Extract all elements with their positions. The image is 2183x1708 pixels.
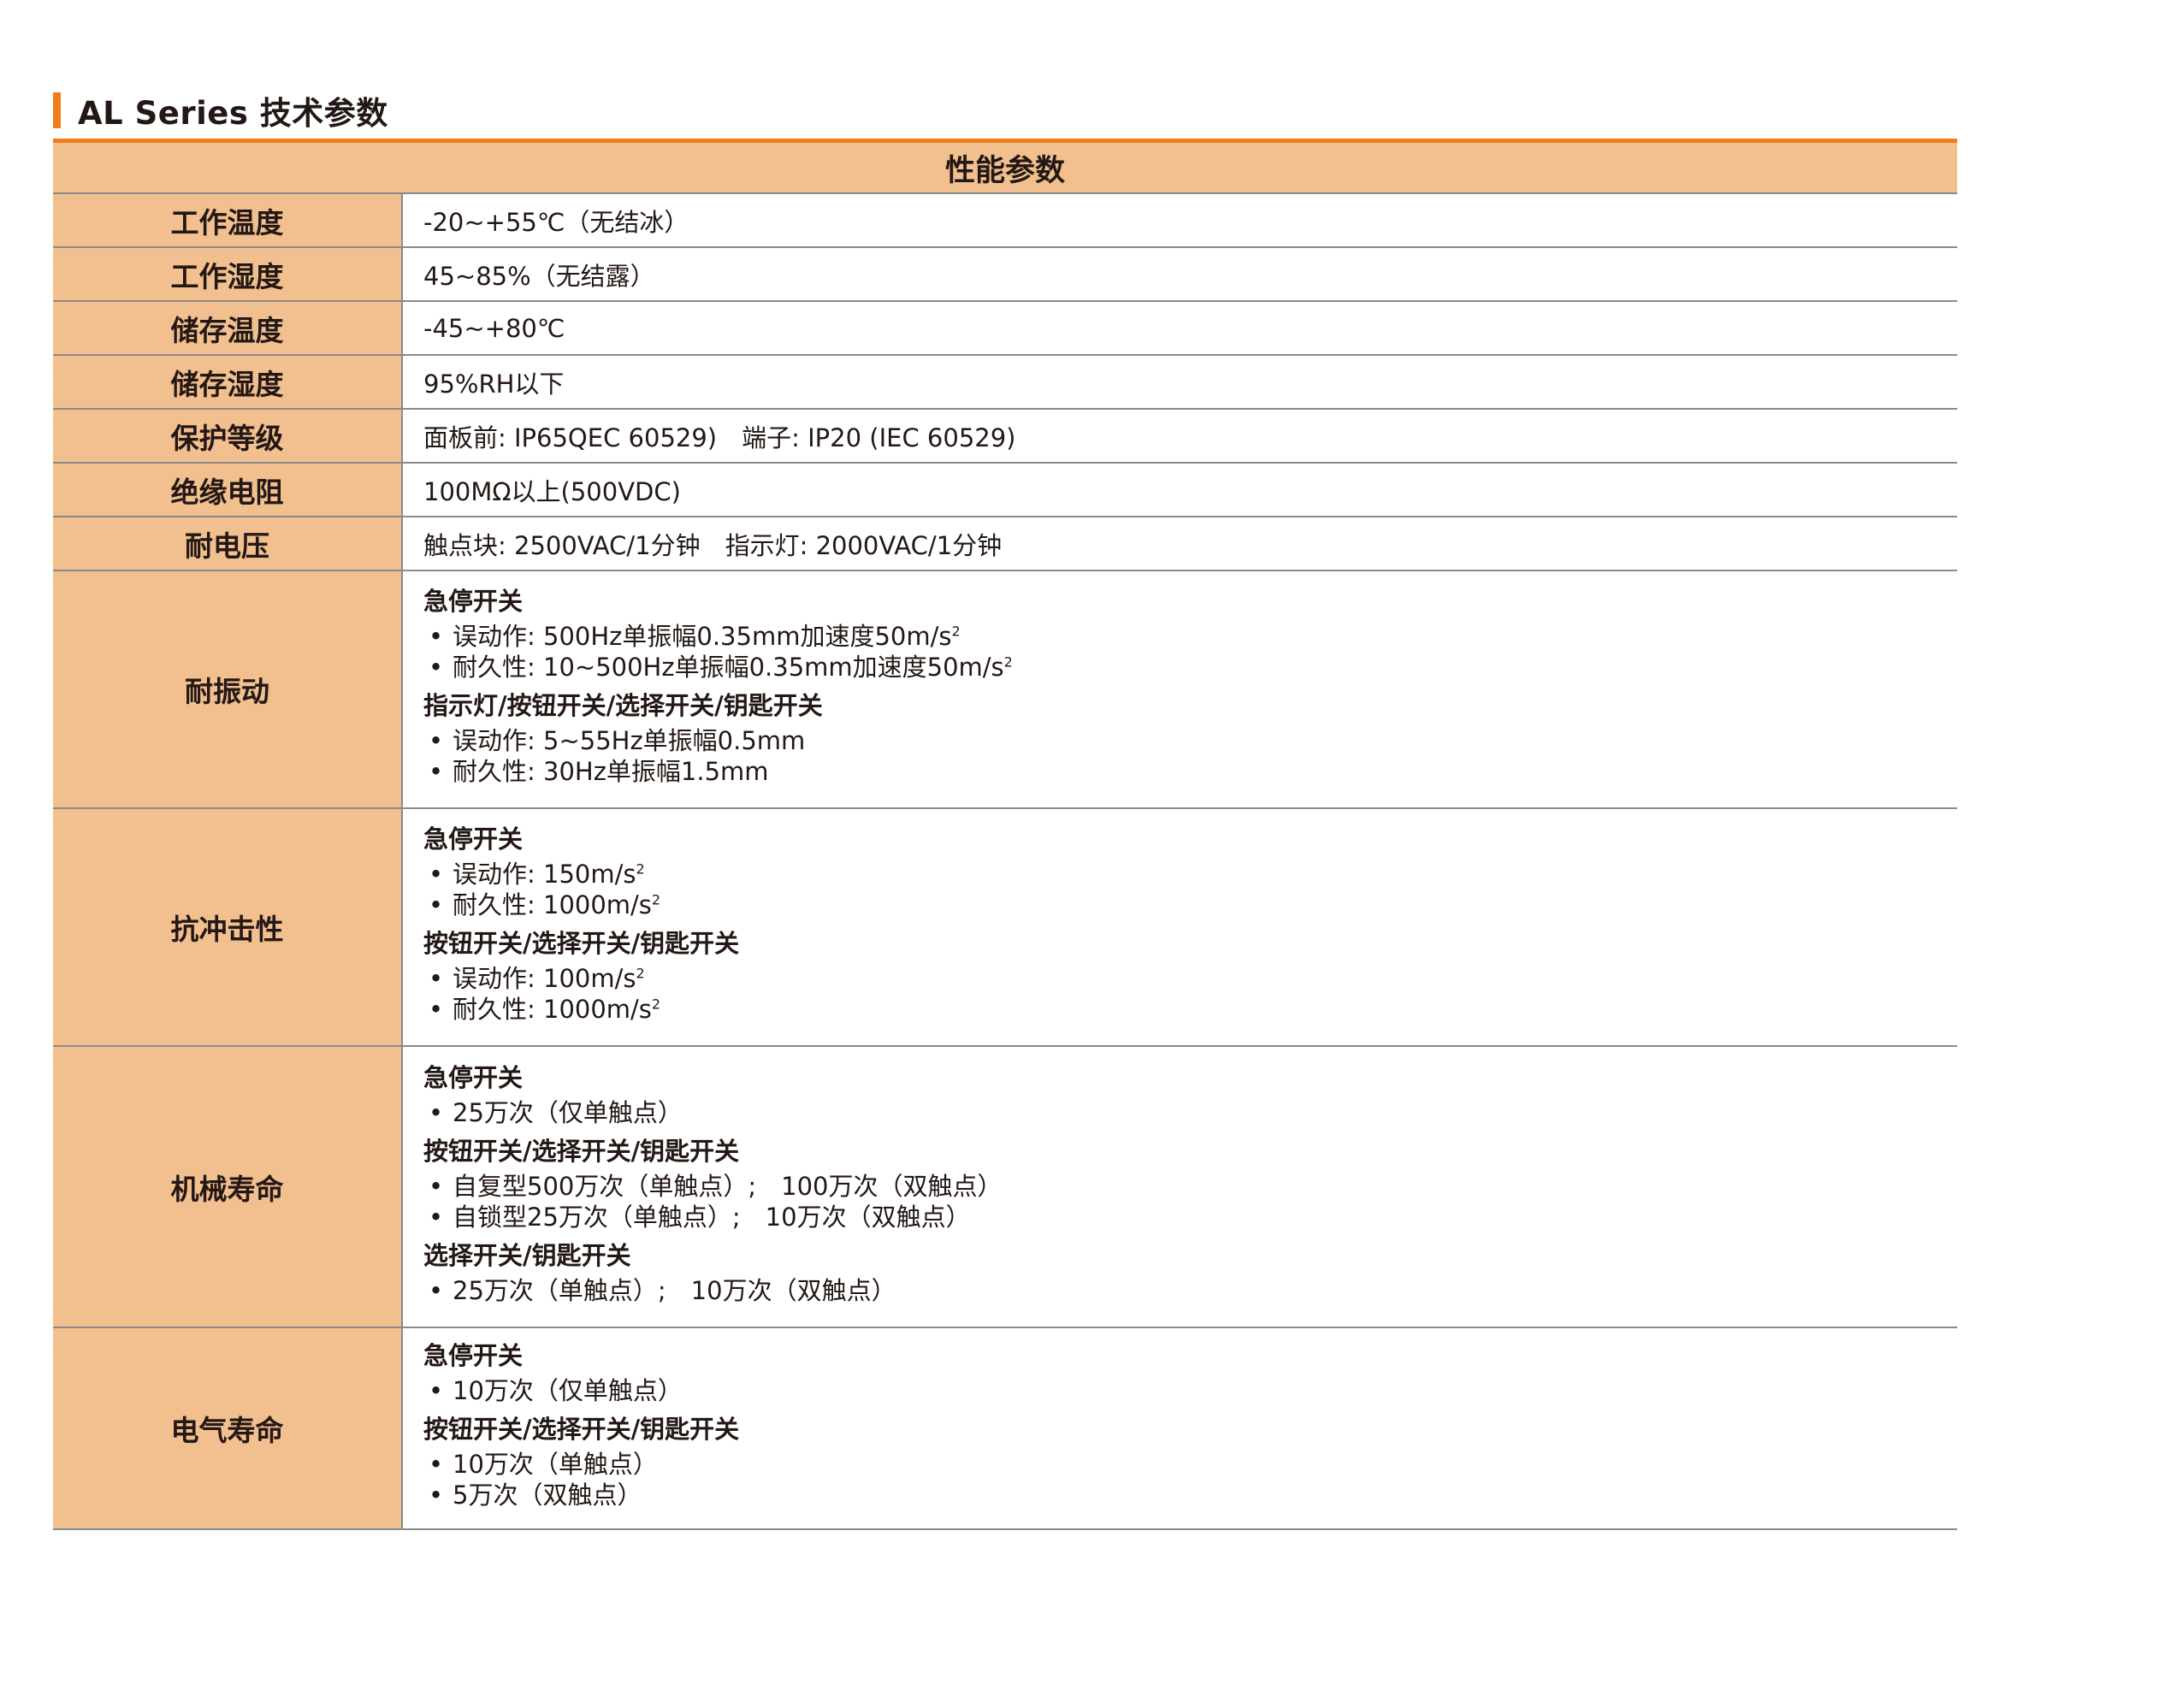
page-heading: AL Series 技术参数: [53, 91, 388, 132]
table-row: 储存温度 -45~+80℃: [53, 301, 1958, 356]
table-row-vibration: 耐振动 急停开关 误动作: 500Hz单振幅0.35mm加速度50m/s2 耐久…: [53, 570, 1958, 809]
row-value: 95%RH以下: [402, 355, 1958, 410]
bullet-list: 误动作: 5~55Hz单振幅0.5mm 耐久性: 30Hz单振幅1.5mm: [423, 725, 1957, 787]
list-item: 耐久性: 30Hz单振幅1.5mm: [423, 756, 1957, 787]
row-label: 工作温度: [53, 193, 403, 248]
list-item: 25万次（仅单触点）: [423, 1097, 1957, 1128]
list-item: 误动作: 150m/s2: [423, 859, 1957, 889]
group-title: 急停开关: [423, 587, 524, 616]
list-item: 自复型500万次（单触点）; 100万次（双触点）: [423, 1171, 1957, 1202]
row-value: 100MΩ以上(500VDC): [402, 463, 1958, 517]
list-item: 10万次（仅单触点）: [423, 1375, 1957, 1406]
bullet-list: 误动作: 500Hz单振幅0.35mm加速度50m/s2 耐久性: 10~500…: [423, 621, 1957, 683]
bullet-list: 10万次（仅单触点）: [423, 1375, 1957, 1406]
list-item: 误动作: 500Hz单振幅0.35mm加速度50m/s2: [423, 621, 1957, 652]
group-title: 按钮开关/选择开关/钥匙开关: [423, 929, 740, 958]
table-header: 性能参数: [53, 139, 1958, 194]
row-value: -20~+55℃（无结冰）: [402, 193, 1958, 248]
row-label: 耐电压: [53, 517, 403, 571]
table-row: 耐电压 触点块: 2500VAC/1分钟 指示灯: 2000VAC/1分钟: [53, 517, 1958, 571]
table-header-row: 性能参数: [53, 139, 1958, 194]
row-label: 耐振动: [53, 570, 403, 809]
row-value: 面板前: IP65QEC 60529) 端子: IP20 (IEC 60529): [402, 409, 1958, 464]
page-title: AL Series 技术参数: [78, 95, 388, 132]
bullet-list: 误动作: 150m/s2 耐久性: 1000m/s2: [423, 859, 1957, 920]
table-row-electrical-life: 电气寿命 急停开关 10万次（仅单触点） 按钮开关/选择开关/钥匙开关 10万次…: [53, 1327, 1958, 1530]
row-label: 电气寿命: [53, 1327, 403, 1530]
list-item: 误动作: 5~55Hz单振幅0.5mm: [423, 725, 1957, 756]
list-item: 自锁型25万次（单触点）; 10万次（双触点）: [423, 1202, 1957, 1232]
bullet-list: 自复型500万次（单触点）; 100万次（双触点） 自锁型25万次（单触点）; …: [423, 1171, 1957, 1232]
row-value: 急停开关 10万次（仅单触点） 按钮开关/选择开关/钥匙开关 10万次（单触点）…: [402, 1327, 1958, 1530]
row-value: 急停开关 误动作: 500Hz单振幅0.35mm加速度50m/s2 耐久性: 1…: [402, 570, 1958, 809]
group-title: 按钮开关/选择开关/钥匙开关: [423, 1415, 740, 1444]
bullet-list: 误动作: 100m/s2 耐久性: 1000m/s2: [423, 963, 1957, 1025]
group-title: 选择开关/钥匙开关: [423, 1240, 631, 1270]
row-label: 机械寿命: [53, 1046, 403, 1328]
row-value: 急停开关 误动作: 150m/s2 耐久性: 1000m/s2 按钮开关/选择开…: [402, 808, 1958, 1047]
table-row: 保护等级 面板前: IP65QEC 60529) 端子: IP20 (IEC 6…: [53, 409, 1958, 464]
bullet-list: 25万次（单触点）; 10万次（双触点）: [423, 1275, 1957, 1306]
row-label: 保护等级: [53, 409, 403, 464]
row-value: 急停开关 25万次（仅单触点） 按钮开关/选择开关/钥匙开关 自复型500万次（…: [402, 1046, 1958, 1328]
group-title: 指示灯/按钮开关/选择开关/钥匙开关: [423, 691, 823, 720]
group-title: 按钮开关/选择开关/钥匙开关: [423, 1136, 740, 1166]
table-row-mechanical-life: 机械寿命 急停开关 25万次（仅单触点） 按钮开关/选择开关/钥匙开关 自复型5…: [53, 1046, 1958, 1328]
list-item: 10万次（单触点）: [423, 1449, 1957, 1480]
row-label: 储存温度: [53, 301, 403, 356]
table-row: 绝缘电阻 100MΩ以上(500VDC): [53, 463, 1958, 517]
row-value: -45~+80℃: [402, 301, 1958, 356]
row-value: 触点块: 2500VAC/1分钟 指示灯: 2000VAC/1分钟: [402, 517, 1958, 571]
list-item: 5万次（双触点）: [423, 1480, 1957, 1510]
row-label: 抗冲击性: [53, 808, 403, 1047]
group-title: 急停开关: [423, 1062, 524, 1092]
spec-table: 性能参数 工作温度 -20~+55℃（无结冰） 工作湿度 45~85%（无结露）…: [53, 139, 1958, 1530]
list-item: 误动作: 100m/s2: [423, 963, 1957, 994]
list-item: 耐久性: 10~500Hz单振幅0.35mm加速度50m/s2: [423, 652, 1957, 683]
list-item: 耐久性: 1000m/s2: [423, 889, 1957, 920]
list-item: 25万次（单触点）; 10万次（双触点）: [423, 1275, 1957, 1306]
table-row-shock: 抗冲击性 急停开关 误动作: 150m/s2 耐久性: 1000m/s2 按钮开…: [53, 808, 1958, 1047]
bullet-list: 10万次（单触点） 5万次（双触点）: [423, 1449, 1957, 1510]
list-item: 耐久性: 1000m/s2: [423, 994, 1957, 1025]
row-label: 储存湿度: [53, 355, 403, 410]
table-row: 工作湿度 45~85%（无结露）: [53, 247, 1958, 302]
group-title: 急停开关: [423, 824, 524, 854]
row-value: 45~85%（无结露）: [402, 247, 1958, 302]
heading-accent-bar: [53, 92, 61, 128]
table-row: 工作温度 -20~+55℃（无结冰）: [53, 193, 1958, 248]
row-label: 绝缘电阻: [53, 463, 403, 517]
table-row: 储存湿度 95%RH以下: [53, 355, 1958, 410]
row-label: 工作湿度: [53, 247, 403, 302]
bullet-list: 25万次（仅单触点）: [423, 1097, 1957, 1128]
group-title: 急停开关: [423, 1341, 524, 1370]
